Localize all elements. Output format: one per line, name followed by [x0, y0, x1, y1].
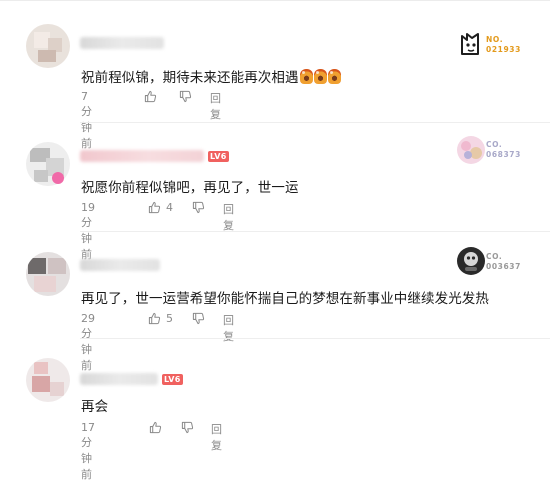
level-badge: LV6	[208, 151, 229, 162]
reply-button[interactable]: 回复	[210, 90, 221, 122]
fan-medal[interactable]: CO. 068373	[454, 133, 532, 167]
fan-medal[interactable]: CO. 003637	[454, 244, 532, 278]
like-icon[interactable]	[148, 201, 161, 214]
comment-item: CO. 003637 再见了，世一运营希望你能怀揣自己的梦想在新事业中继续发光发…	[0, 232, 550, 372]
comment-time: 17分钟前	[81, 421, 95, 481]
fan-medal-label: CO. 003637	[486, 252, 521, 271]
comment-item: LV6 再会 17分钟前 回复	[0, 339, 550, 481]
dislike-icon[interactable]	[181, 421, 194, 434]
avatar[interactable]	[26, 358, 70, 402]
fan-medal-icon	[461, 33, 479, 55]
fan-medal[interactable]: NO. 021933	[454, 28, 532, 62]
like-icon[interactable]	[148, 312, 161, 325]
comment-text: 再见了，世一运营希望你能怀揣自己的梦想在新事业中继续发光发热	[81, 291, 489, 307]
like-icon[interactable]	[144, 90, 157, 103]
dislike-icon[interactable]	[192, 312, 205, 325]
like-icon[interactable]	[149, 421, 162, 434]
avatar[interactable]	[26, 24, 70, 68]
verified-badge-icon	[52, 172, 64, 184]
fan-medal-icon	[457, 247, 485, 275]
like-count: 5	[166, 312, 173, 325]
dislike-icon[interactable]	[179, 90, 192, 103]
reply-button[interactable]: 回复	[211, 421, 222, 453]
fan-medal-label: CO. 068373	[486, 140, 521, 159]
fan-medal-label: NO. 021933	[486, 35, 521, 54]
username-blurred[interactable]	[80, 373, 158, 385]
level-badge: LV6	[162, 374, 183, 385]
comment-text: 再会	[81, 399, 109, 415]
comment-item: LV6 CO. 068373 祝愿你前程似锦吧，再见了，世一运 19分钟前 4 …	[0, 123, 550, 261]
crying-emoji-icon	[299, 69, 313, 84]
comment-text: 祝愿你前程似锦吧，再见了，世一运	[81, 180, 299, 196]
comment-item: NO. 021933 祝前程似锦，期待未来还能再次相遇 7分钟前 回复	[0, 0, 550, 150]
dislike-icon[interactable]	[192, 201, 205, 214]
username-blurred[interactable]	[80, 259, 160, 271]
username-blurred[interactable]	[80, 150, 204, 162]
avatar[interactable]	[26, 252, 70, 296]
username-blurred[interactable]	[80, 37, 164, 49]
comment-text: 祝前程似锦，期待未来还能再次相遇	[81, 66, 341, 86]
reply-button[interactable]: 回复	[223, 201, 234, 233]
crying-emoji-icon	[313, 69, 327, 84]
fan-medal-icon	[457, 136, 485, 164]
like-count: 4	[166, 201, 173, 214]
crying-emoji-icon	[327, 69, 341, 84]
